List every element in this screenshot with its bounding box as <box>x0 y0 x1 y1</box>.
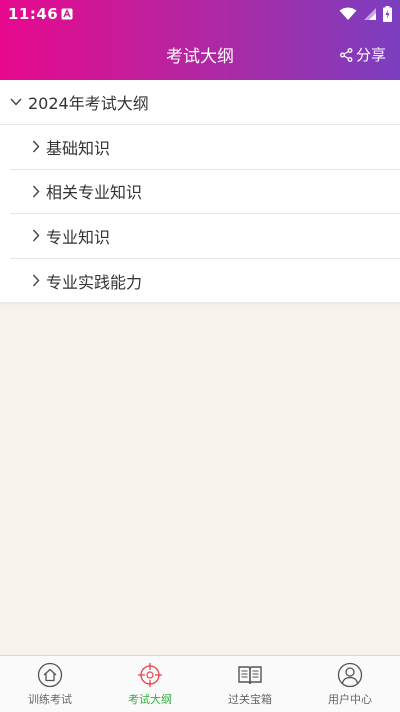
home-icon <box>37 662 63 688</box>
user-icon <box>337 662 363 688</box>
status-time: 11:46 <box>8 5 59 23</box>
chevron-down-icon <box>10 98 22 106</box>
tab-exam-outline[interactable]: 考试大纲 <box>100 656 200 712</box>
outline-item[interactable]: 专业实践能力 <box>10 259 400 304</box>
share-label: 分享 <box>355 46 386 64</box>
tab-training-exam[interactable]: 训练考试 <box>0 656 100 712</box>
outline-item[interactable]: 基础知识 <box>10 125 400 170</box>
outline-item-label: 专业知识 <box>46 227 111 247</box>
outline-section-header[interactable]: 2024年考试大纲 <box>0 80 400 125</box>
outline-item-label: 专业实践能力 <box>46 272 143 292</box>
outline-item[interactable]: 专业知识 <box>10 214 400 259</box>
crosshair-target-icon <box>138 663 162 687</box>
share-icon <box>340 47 353 62</box>
chevron-right-icon <box>32 274 40 287</box>
tab-pass-treasure-box[interactable]: 过关宝箱 <box>200 656 300 712</box>
tab-label: 训练考试 <box>28 693 72 706</box>
outline-item[interactable]: 相关专业知识 <box>10 170 400 214</box>
wifi-icon <box>339 7 357 20</box>
tab-label: 用户中心 <box>328 693 372 706</box>
tab-label: 过关宝箱 <box>228 693 272 706</box>
tab-user-center[interactable]: 用户中心 <box>300 656 400 712</box>
tab-label: 考试大纲 <box>128 693 172 706</box>
battery-charging-icon <box>383 6 392 22</box>
outline-item-label: 相关专业知识 <box>46 183 143 203</box>
outline-item-label: 基础知识 <box>46 138 111 158</box>
share-button[interactable]: 分享 <box>340 44 386 65</box>
list-shadow-divider <box>0 302 400 305</box>
chevron-right-icon <box>32 140 40 153</box>
chevron-right-icon <box>32 185 40 198</box>
app-notification-icon <box>61 8 73 20</box>
app-header: 11:46 考试大纲 分享 <box>0 0 400 80</box>
status-bar: 11:46 <box>0 0 400 28</box>
bottom-tab-bar: 训练考试 考试大纲 过关宝箱 用户中心 <box>0 655 400 712</box>
outline-list: 2024年考试大纲 基础知识 相关专业知识 专业知识 专业实践能力 <box>0 80 400 303</box>
open-book-icon <box>238 666 262 685</box>
chevron-right-icon <box>32 229 40 242</box>
cellular-signal-icon <box>364 8 376 20</box>
outline-section-title: 2024年考试大纲 <box>28 94 149 113</box>
